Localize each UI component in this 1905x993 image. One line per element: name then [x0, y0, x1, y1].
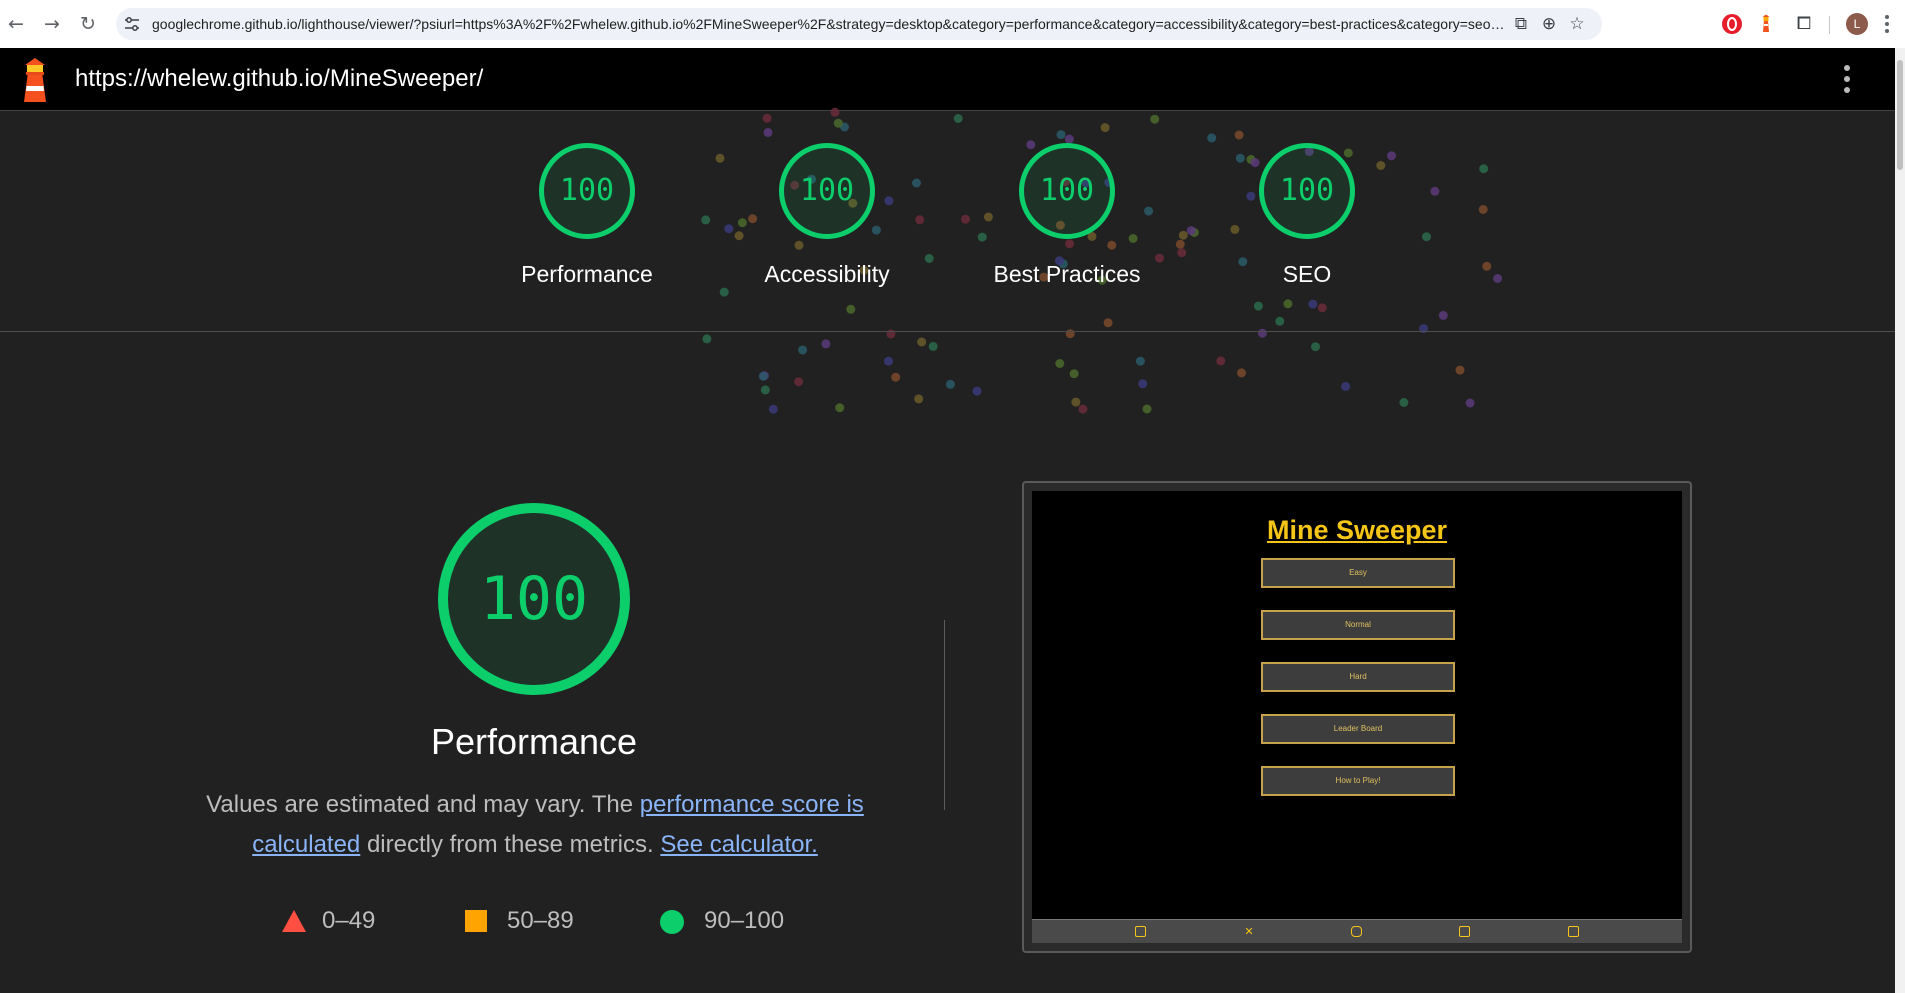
- confetti-dot: [1237, 368, 1246, 378]
- how-to-play-button: How to Play!: [1261, 766, 1455, 796]
- square-icon: [465, 910, 487, 932]
- score-ring: 100: [539, 143, 635, 239]
- confetti-dot: [1055, 359, 1065, 368]
- confetti-dot: [1069, 369, 1079, 379]
- gauge-accessibility[interactable]: 100 Accessibility: [729, 143, 919, 287]
- easy-button: Easy: [1261, 558, 1455, 588]
- site-settings-icon[interactable]: [124, 16, 140, 32]
- performance-gauge-large: 100: [438, 503, 630, 695]
- lighthouse-logo-icon: [24, 58, 46, 102]
- page-scrollbar[interactable]: [1895, 48, 1905, 993]
- gauge-best-practices[interactable]: 100 Best Practices: [969, 143, 1159, 287]
- reload-icon[interactable]: ↻: [76, 12, 100, 36]
- confetti-dot: [945, 379, 955, 389]
- confetti-dot: [798, 345, 808, 355]
- x-icon: ✕: [1244, 925, 1254, 938]
- gauge-performance[interactable]: 100 Performance: [489, 143, 679, 287]
- see-calculator-link[interactable]: See calculator.: [660, 831, 817, 858]
- tools-menu-icon[interactable]: [1840, 62, 1854, 98]
- confetti-dot: [1341, 381, 1351, 391]
- score-ring: 100: [779, 143, 875, 239]
- confetti-dot: [928, 341, 938, 351]
- back-icon[interactable]: ←: [4, 12, 28, 36]
- confetti-dot: [794, 377, 804, 387]
- confetti-dot: [891, 372, 901, 382]
- confetti-dot: [1216, 356, 1226, 366]
- circle-icon: [660, 910, 684, 934]
- confetti-dot: [1142, 404, 1152, 414]
- zoom-icon[interactable]: ⊕: [1539, 14, 1559, 34]
- section-divider: [944, 620, 945, 810]
- score-ring: 100: [1259, 143, 1355, 239]
- opera-extension-icon[interactable]: [1722, 14, 1742, 34]
- score-value: 100: [559, 173, 615, 208]
- confetti-dot: [758, 371, 768, 381]
- score-value: 100: [1039, 173, 1095, 208]
- hard-button: Hard: [1261, 662, 1455, 692]
- install-app-icon[interactable]: ⧉: [1511, 14, 1531, 34]
- forward-icon[interactable]: →: [40, 12, 64, 36]
- confetti-dot: [835, 403, 845, 413]
- leader-board-button: Leader Board: [1261, 714, 1455, 744]
- youtube-icon: [1568, 926, 1579, 937]
- report-url[interactable]: https://whelew.github.io/MineSweeper/: [75, 48, 483, 110]
- address-bar[interactable]: googlechrome.github.io/lighthouse/viewer…: [116, 8, 1602, 40]
- triangle-icon: [282, 910, 306, 932]
- browser-toolbar: ← → ↻ googlechrome.github.io/lighthouse/…: [0, 0, 1905, 48]
- confetti-dot: [1465, 398, 1475, 408]
- instagram-icon: [1459, 926, 1470, 937]
- confetti-dot: [1071, 397, 1081, 407]
- discord-icon: [1351, 926, 1362, 937]
- profile-avatar[interactable]: L: [1846, 13, 1868, 35]
- confetti-dot: [702, 334, 712, 344]
- confetti-dot: [1078, 404, 1088, 414]
- performance-description: Values are estimated and may vary. The p…: [206, 791, 864, 858]
- confetti-dot: [972, 386, 982, 396]
- final-screenshot[interactable]: Mine Sweeper Easy Normal Hard Leader Boa…: [1022, 481, 1692, 953]
- confetti-dot: [821, 339, 831, 349]
- confetti-dot: [1138, 379, 1148, 389]
- normal-button: Normal: [1261, 610, 1455, 640]
- confetti-dot: [759, 371, 769, 381]
- extensions-icon[interactable]: ⧠: [1794, 14, 1814, 34]
- performance-score: 100: [479, 564, 589, 634]
- confetti-dot: [768, 404, 778, 414]
- scrollbar-thumb[interactable]: [1897, 60, 1903, 170]
- gauge-label: SEO: [1282, 261, 1332, 287]
- confetti-dot: [1399, 398, 1409, 407]
- screenshot-content: Mine Sweeper Easy Normal Hard Leader Boa…: [1032, 491, 1682, 943]
- gauge-label: Accessibility: [764, 261, 890, 287]
- toolbar-divider: [1829, 16, 1830, 34]
- gauge-label: Performance: [521, 261, 653, 287]
- lighthouse-extension-icon[interactable]: [1756, 14, 1776, 34]
- scores-header: 100 Performance 100 Accessibility 100 Be…: [0, 111, 1895, 332]
- chrome-menu-icon[interactable]: [1880, 12, 1894, 36]
- gauge-label: Best Practices: [993, 261, 1141, 287]
- confetti-dot: [760, 385, 770, 395]
- screenshot-footer: ✕: [1032, 919, 1682, 943]
- confetti-dot: [1311, 342, 1320, 352]
- confetti-dot: [1135, 356, 1145, 366]
- confetti-dot: [914, 394, 924, 404]
- score-value: 100: [1279, 173, 1335, 208]
- confetti-dot: [1455, 365, 1465, 375]
- url-text[interactable]: googlechrome.github.io/lighthouse/viewer…: [152, 8, 1512, 40]
- confetti-dot: [884, 356, 893, 366]
- confetti-dot: [917, 337, 927, 347]
- star-icon[interactable]: ☆: [1567, 14, 1587, 34]
- facebook-icon: [1135, 926, 1146, 937]
- performance-title: Performance: [430, 721, 638, 762]
- gauge-seo[interactable]: 100 SEO: [1209, 143, 1399, 287]
- game-title: Mine Sweeper: [1266, 515, 1448, 545]
- score-value: 100: [799, 173, 855, 208]
- score-ring: 100: [1019, 143, 1115, 239]
- report-topbar: https://whelew.github.io/MineSweeper/: [0, 48, 1895, 111]
